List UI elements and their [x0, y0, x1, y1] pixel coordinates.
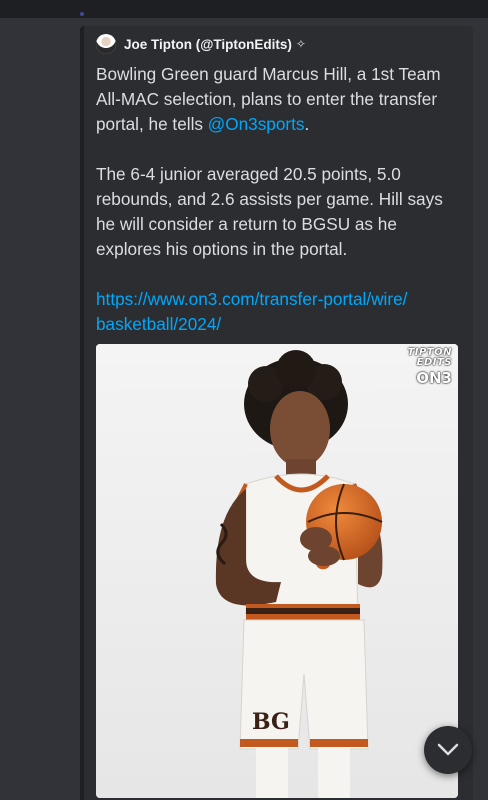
url-link-line-1[interactable]: https://www.on3.com/transfer-portal/wire…: [96, 289, 407, 309]
player-photo: 0 BG: [96, 344, 458, 798]
mention-link[interactable]: @On3sports: [208, 114, 305, 134]
description-link[interactable]: https://www.on3.com/transfer-portal/wire…: [96, 287, 466, 337]
watermark-line-3: ON3: [416, 369, 452, 387]
embed-author[interactable]: Joe Tipton (@TiptonEdits) ✧: [96, 34, 306, 54]
link-embed: Joe Tipton (@TiptonEdits) ✧ Bowling Gree…: [80, 26, 473, 800]
embed-image[interactable]: 0 BG TIPTON EDITS: [96, 344, 458, 798]
verified-sparkle-icon: ✧: [295, 37, 306, 51]
embed-description: Bowling Green guard Marcus Hill, a 1st T…: [96, 62, 466, 362]
scroll-to-bottom-button[interactable]: [424, 726, 472, 774]
image-watermark: TIPTON EDITS ON3: [407, 348, 452, 387]
svg-text:BG: BG: [252, 709, 290, 735]
watermark-line-2: EDITS: [416, 357, 452, 368]
status-dot: [80, 12, 84, 16]
description-period: .: [304, 114, 310, 134]
url-link-line-2[interactable]: basketball/2024/: [96, 314, 221, 334]
top-bar: [0, 0, 488, 18]
description-paragraph-1: Bowling Green guard Marcus Hill, a 1st T…: [96, 62, 466, 137]
chevron-down-icon: [437, 743, 459, 756]
author-avatar: [96, 34, 116, 54]
author-name[interactable]: Joe Tipton (@TiptonEdits): [124, 37, 292, 52]
description-paragraph-2: The 6-4 junior averaged 20.5 points, 5.0…: [96, 164, 443, 259]
